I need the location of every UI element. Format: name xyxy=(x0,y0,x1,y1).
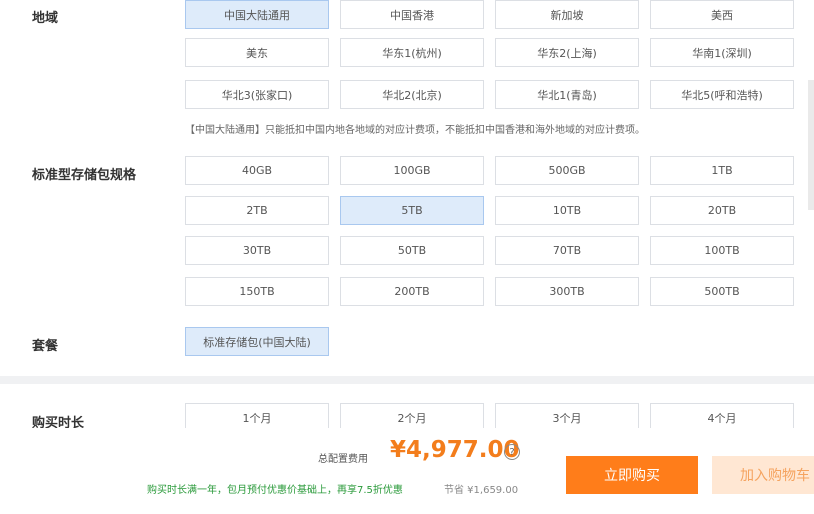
duration-panel: 购买时长 1个月 2个月 3个月 4个月 xyxy=(0,384,814,428)
spec-option[interactable]: 2TB xyxy=(185,196,329,225)
region-option[interactable]: 中国大陆通用 xyxy=(185,0,329,29)
promo-text: 购买时长满一年，包月预付优惠价基础上，再享7.5折优惠 xyxy=(147,485,403,496)
region-option[interactable]: 华北2(北京) xyxy=(340,80,484,109)
region-option[interactable]: 华南1(深圳) xyxy=(650,38,794,67)
side-scroll-strip xyxy=(808,80,814,210)
duration-option[interactable]: 3个月 xyxy=(495,403,639,428)
duration-option[interactable]: 2个月 xyxy=(340,403,484,428)
region-option[interactable]: 华北1(青岛) xyxy=(495,80,639,109)
package-label: 套餐 xyxy=(32,339,59,354)
region-option[interactable]: 美西 xyxy=(650,0,794,29)
package-option[interactable]: 标准存储包(中国大陆) xyxy=(185,327,329,356)
total-label: 总配置费用 xyxy=(318,454,368,465)
spec-option[interactable]: 30TB xyxy=(185,236,329,265)
duration-option[interactable]: 4个月 xyxy=(650,403,794,428)
spec-option[interactable]: 10TB xyxy=(495,196,639,225)
region-option[interactable]: 中国香港 xyxy=(340,0,484,29)
duration-label: 购买时长 xyxy=(32,416,85,428)
save-text: 节省 ¥1,659.00 xyxy=(444,485,519,496)
region-option[interactable]: 华北3(张家口) xyxy=(185,80,329,109)
order-footer: 总配置费用 ¥4,977.00 ? 购买时长满一年，包月预付优惠价基础上，再享7… xyxy=(0,428,814,514)
spec-option[interactable]: 100GB xyxy=(340,156,484,185)
spec-option[interactable]: 300TB xyxy=(495,277,639,306)
region-note: 【中国大陆通用】只能抵扣中国内地各地域的对应计费项，不能抵扣中国香港和海外地域的… xyxy=(185,125,645,136)
spec-option[interactable]: 1TB xyxy=(650,156,794,185)
spec-option[interactable]: 500GB xyxy=(495,156,639,185)
duration-option[interactable]: 1个月 xyxy=(185,403,329,428)
buy-now-button[interactable]: 立即购买 xyxy=(566,456,698,494)
region-option[interactable]: 新加坡 xyxy=(495,0,639,29)
region-label: 地域 xyxy=(32,11,59,26)
add-to-cart-button[interactable]: 加入购物车 xyxy=(712,456,814,494)
spec-option[interactable]: 70TB xyxy=(495,236,639,265)
spec-option[interactable]: 200TB xyxy=(340,277,484,306)
region-option[interactable]: 美东 xyxy=(185,38,329,67)
spec-option[interactable]: 5TB xyxy=(340,196,484,225)
spec-label: 标准型存储包规格 xyxy=(32,168,137,183)
total-price: ¥4,977.00 xyxy=(390,437,520,463)
region-option[interactable]: 华北5(呼和浩特) xyxy=(650,80,794,109)
help-icon[interactable]: ? xyxy=(504,444,520,460)
spec-option[interactable]: 40GB xyxy=(185,156,329,185)
spec-option[interactable]: 500TB xyxy=(650,277,794,306)
spec-option[interactable]: 50TB xyxy=(340,236,484,265)
spec-option[interactable]: 100TB xyxy=(650,236,794,265)
region-option[interactable]: 华东1(杭州) xyxy=(340,38,484,67)
spec-option[interactable]: 20TB xyxy=(650,196,794,225)
spec-option[interactable]: 150TB xyxy=(185,277,329,306)
config-panel: 地域 中国大陆通用 中国香港 新加坡 美西美东 华东1(杭州) 华东2(上海) 华南1(深圳… xyxy=(0,0,814,376)
region-option[interactable]: 华东2(上海) xyxy=(495,38,639,67)
